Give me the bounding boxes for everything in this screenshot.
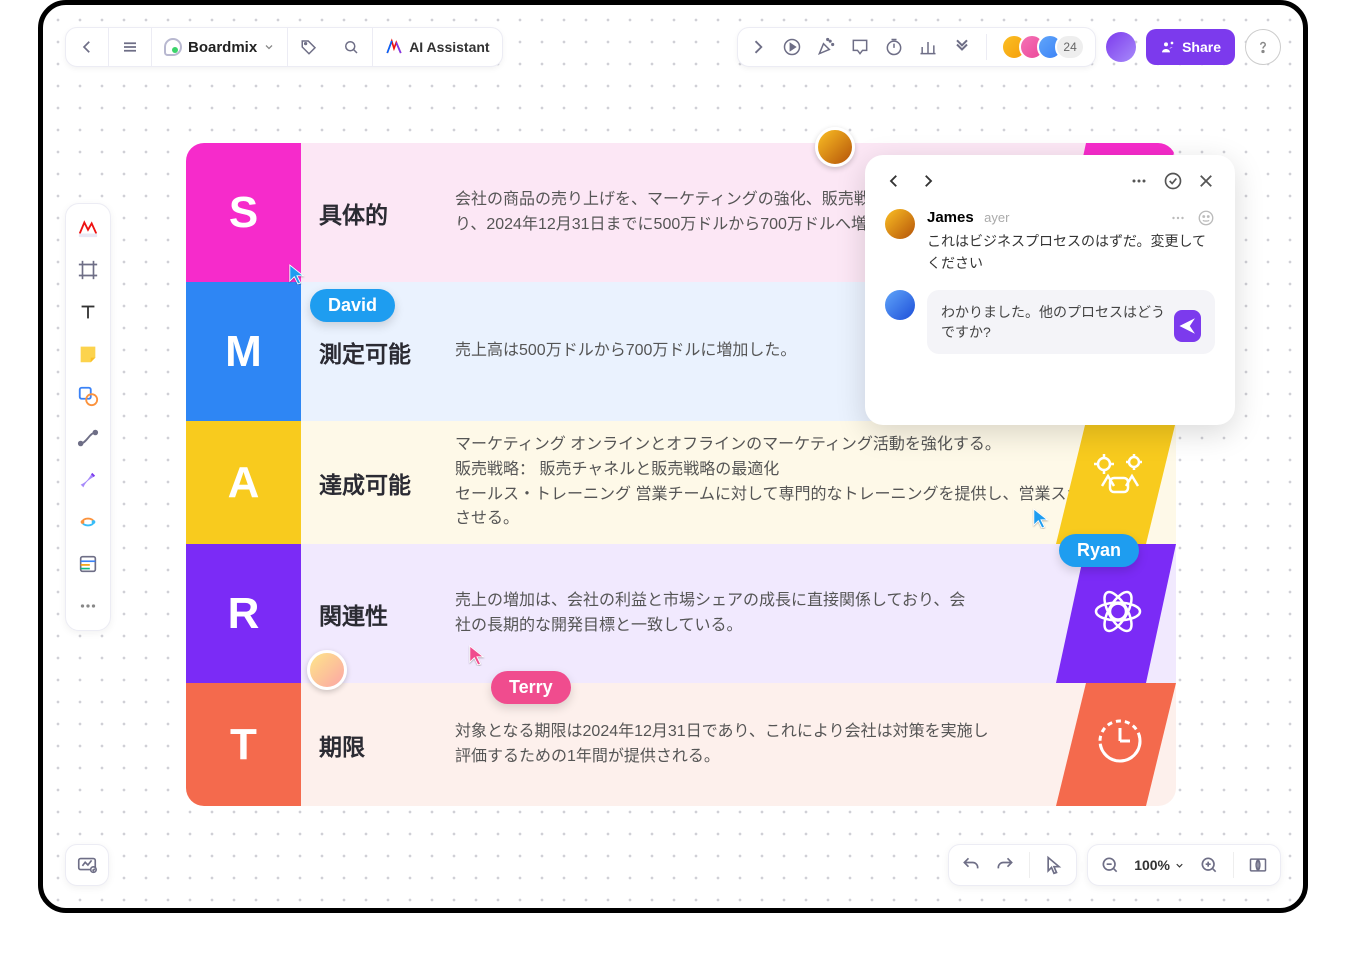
comment-avatar <box>885 209 915 239</box>
share-label: Share <box>1182 39 1221 55</box>
ai-assistant-label: AI Assistant <box>409 39 489 55</box>
smart-row-a[interactable]: A 達成可能 マーケティング オンラインとオフラインのマーケティング活動を強化す… <box>186 421 1176 544</box>
board-title-text: Boardmix <box>188 39 257 56</box>
smart-row-t[interactable]: T 期限 対象となる期限は2024年12月31日であり、これにより会社は対策を実… <box>186 683 1176 806</box>
left-toolbox <box>65 203 111 631</box>
chevron-down-icon <box>263 41 275 53</box>
comment-icon[interactable] <box>850 37 870 57</box>
mindmap-tool[interactable] <box>74 508 102 536</box>
reply-input[interactable]: わかりました。他のプロセスはどうですか? <box>927 290 1215 354</box>
zoom-out-button[interactable] <box>1100 855 1120 875</box>
timer-icon[interactable] <box>884 37 904 57</box>
presentation-button[interactable] <box>65 844 109 886</box>
cursor-chip-david: David <box>310 289 395 322</box>
comment-panel: James ayer これはビジネスプロセスのはずだ。変更してください わかりま… <box>865 155 1235 425</box>
send-button[interactable] <box>1174 310 1201 342</box>
pointer-tool-button[interactable] <box>1044 855 1064 875</box>
reply-text: わかりました。他のプロセスはどうですか? <box>941 302 1174 342</box>
comment-more-button[interactable] <box>1129 171 1149 191</box>
share-button[interactable]: Share <box>1146 29 1235 65</box>
reply-avatar <box>885 290 915 320</box>
comment-close-button[interactable] <box>1197 172 1215 190</box>
comment-body: これはビジネスプロセスのはずだ。変更してください <box>927 231 1215 274</box>
template-tool[interactable] <box>74 550 102 578</box>
current-user-avatar[interactable] <box>1106 32 1136 62</box>
floating-avatar <box>307 650 347 690</box>
chevron-right-icon[interactable] <box>748 37 768 57</box>
shape-tool[interactable] <box>74 382 102 410</box>
redo-button[interactable] <box>995 855 1015 875</box>
pen-tool[interactable] <box>74 466 102 494</box>
ai-logo-icon <box>385 38 403 56</box>
comment-time: ayer <box>984 210 1009 225</box>
emoji-icon[interactable] <box>1197 209 1215 227</box>
text-tool[interactable] <box>74 298 102 326</box>
chevron-down-icon <box>1174 860 1185 871</box>
collaborator-avatars[interactable]: 24 <box>1001 34 1085 60</box>
smart-label: 期限 <box>319 728 455 762</box>
message-more-icon[interactable] <box>1169 209 1187 227</box>
smart-letter: T <box>186 683 301 806</box>
smart-label: 関連性 <box>319 597 455 631</box>
cursor-terry-icon <box>468 644 486 666</box>
zoom-in-button[interactable] <box>1199 855 1219 875</box>
chart-icon[interactable] <box>918 37 938 57</box>
smart-letter: S <box>186 143 301 282</box>
smart-letter: R <box>186 544 301 683</box>
smart-letter: M <box>186 282 301 421</box>
bottom-toolbar: 100% <box>948 844 1281 886</box>
cursor-david-icon <box>288 263 306 285</box>
logo-tool[interactable] <box>72 214 104 242</box>
search-button[interactable] <box>330 27 372 67</box>
smart-desc: 対象となる期限は2024年12月31日であり、これにより会社は対策を実施し評価す… <box>455 720 995 770</box>
frame-tool[interactable] <box>74 256 102 284</box>
smart-label: 具体的 <box>319 196 455 230</box>
top-toolbar-right: 24 Share <box>737 27 1281 67</box>
cursor-chip-terry: Terry <box>491 671 571 704</box>
menu-button[interactable] <box>109 27 151 67</box>
back-button[interactable] <box>66 27 108 67</box>
comment-author: James <box>927 209 974 226</box>
smart-label: 測定可能 <box>319 335 455 369</box>
more-tools[interactable] <box>74 592 102 620</box>
floating-avatar <box>815 127 855 167</box>
play-icon[interactable] <box>782 37 802 57</box>
ai-assistant-button[interactable]: AI Assistant <box>373 27 501 67</box>
cursor-chip-ryan: Ryan <box>1059 534 1139 567</box>
smart-letter: A <box>186 421 301 544</box>
cursor-ryan-icon <box>1032 507 1050 529</box>
comment-prev-button[interactable] <box>885 172 903 190</box>
zoom-level[interactable]: 100% <box>1134 857 1185 873</box>
comment-next-button[interactable] <box>919 172 937 190</box>
more-tools-icon[interactable] <box>952 37 972 57</box>
help-button[interactable] <box>1245 29 1281 65</box>
avatar-count: 24 <box>1055 34 1085 60</box>
connector-tool[interactable] <box>74 424 102 452</box>
sticky-note-tool[interactable] <box>74 340 102 368</box>
comment-resolve-button[interactable] <box>1163 171 1183 191</box>
cloud-sync-icon <box>164 38 182 56</box>
undo-button[interactable] <box>961 855 981 875</box>
tag-button[interactable] <box>288 27 330 67</box>
minimap-button[interactable] <box>1248 855 1268 875</box>
share-icon <box>1160 39 1176 55</box>
top-toolbar-left: Boardmix AI Assistant <box>65 27 503 67</box>
smart-label: 達成可能 <box>319 466 455 500</box>
comment-message: James ayer これはビジネスプロセスのはずだ。変更してください <box>885 209 1215 274</box>
confetti-icon[interactable] <box>816 37 836 57</box>
board-title[interactable]: Boardmix <box>152 27 287 67</box>
smart-desc: 売上の増加は、会社の利益と市場シェアの成長に直接関係しており、会社の長期的な開発… <box>455 589 975 639</box>
